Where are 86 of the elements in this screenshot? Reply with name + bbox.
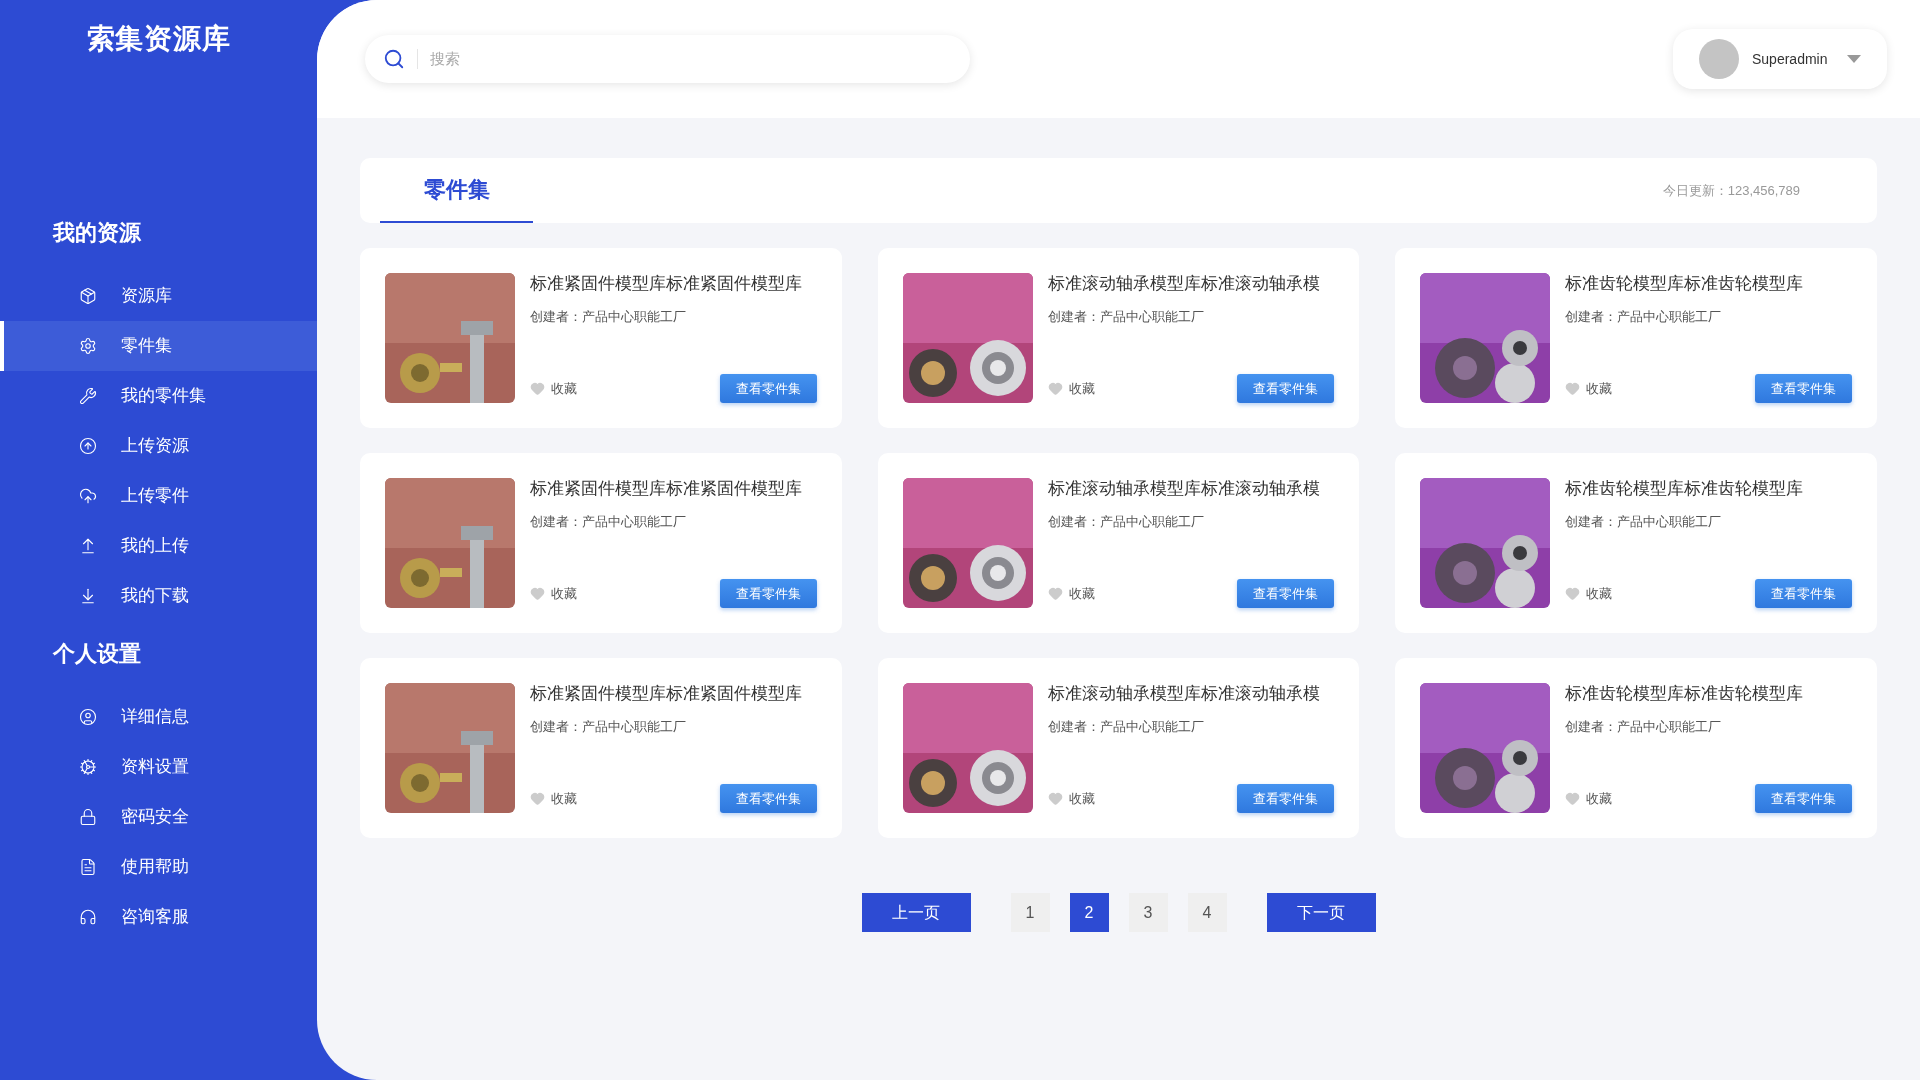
favorite-toggle[interactable]: 收藏: [530, 788, 577, 809]
view-parts-button[interactable]: 查看零件集: [719, 579, 817, 608]
sidebar-item[interactable]: 零件集: [0, 321, 317, 371]
card-title: 标准滚动轴承模型库标准滚动轴承模: [1047, 273, 1321, 295]
card-title: 标准齿轮模型库标准齿轮模型库: [1565, 478, 1805, 500]
tab[interactable]: 零件集: [380, 158, 533, 223]
view-parts-button[interactable]: 查看零件集: [1237, 579, 1335, 608]
sidebar-item[interactable]: 资源库: [0, 271, 317, 321]
page-button[interactable]: 3: [1128, 893, 1168, 932]
upload-circle-icon: [79, 437, 97, 455]
heart-icon: [1047, 381, 1063, 396]
card-title: 标准紧固件模型库标准紧固件模型库: [530, 478, 803, 500]
favorite-toggle[interactable]: 收藏: [1047, 583, 1095, 604]
prev-page-button[interactable]: 上一页: [861, 893, 971, 932]
heart-icon: [530, 381, 545, 396]
lock-icon: [79, 808, 97, 826]
favorite-toggle[interactable]: 收藏: [530, 583, 577, 604]
sidebar-item[interactable]: 咨询客服: [0, 892, 317, 942]
cloud-upload-icon: [79, 487, 97, 505]
view-parts-button[interactable]: 查看零件集: [1237, 374, 1335, 403]
card-title: 标准紧固件模型库标准紧固件模型库: [530, 683, 803, 705]
card-creator: 创建者：产品中心职能工厂: [1565, 718, 1723, 736]
heart-icon: [1565, 791, 1581, 806]
sidebar-item[interactable]: 我的下载: [0, 571, 317, 621]
search-icon: [383, 48, 405, 70]
favorite-toggle[interactable]: 收藏: [1565, 788, 1613, 809]
section-heading: 我的资源: [51, 219, 142, 247]
wrench-icon: [79, 387, 97, 405]
sidebar-item[interactable]: 我的上传: [0, 521, 317, 571]
view-parts-button[interactable]: 查看零件集: [1755, 579, 1852, 608]
heart-icon: [1047, 586, 1063, 601]
card-creator: 创建者：产品中心职能工厂: [530, 718, 687, 736]
user-circle-icon: [79, 708, 97, 726]
page-button[interactable]: 2: [1069, 893, 1109, 932]
card-title: 标准滚动轴承模型库标准滚动轴承模: [1047, 478, 1321, 500]
card-title: 标准滚动轴承模型库标准滚动轴承模: [1047, 683, 1321, 705]
favorite-toggle[interactable]: 收藏: [1565, 583, 1613, 604]
settings-icon: [79, 758, 97, 776]
arrow-up-icon: [79, 537, 97, 555]
sidebar-item[interactable]: 使用帮助: [0, 842, 317, 892]
user-menu[interactable]: Superadmin: [1673, 29, 1887, 89]
card-creator: 创建者：产品中心职能工厂: [1047, 718, 1205, 736]
view-parts-button[interactable]: 查看零件集: [1237, 784, 1335, 813]
heart-icon: [1565, 586, 1581, 601]
card-creator: 创建者：产品中心职能工厂: [530, 308, 687, 326]
caret-icon: [1847, 55, 1861, 63]
heart-icon: [1565, 381, 1581, 396]
next-page-button[interactable]: 下一页: [1266, 893, 1376, 932]
card-title: 标准紧固件模型库标准紧固件模型库: [530, 273, 803, 295]
user-name: Superadmin: [1752, 49, 1829, 69]
app-logo: 索集资源库: [86, 22, 231, 56]
card-creator: 创建者：产品中心职能工厂: [1565, 513, 1723, 531]
section-heading: 个人设置: [51, 640, 142, 668]
card-creator: 创建者：产品中心职能工厂: [1047, 513, 1205, 531]
sidebar-item[interactable]: 密码安全: [0, 792, 317, 842]
card-creator: 创建者：产品中心职能工厂: [1565, 308, 1723, 326]
package-icon: [79, 287, 97, 305]
view-parts-button[interactable]: 查看零件集: [719, 374, 817, 403]
sidebar-item[interactable]: 资料设置: [0, 742, 317, 792]
favorite-toggle[interactable]: 收藏: [530, 378, 577, 399]
favorite-toggle[interactable]: 收藏: [1565, 378, 1613, 399]
sidebar-item[interactable]: 详细信息: [0, 692, 317, 742]
headset-icon: [79, 908, 97, 926]
search-field[interactable]: 搜索: [430, 47, 952, 71]
card-creator: 创建者：产品中心职能工厂: [530, 513, 687, 531]
avatar: [1699, 39, 1739, 79]
favorite-toggle[interactable]: 收藏: [1047, 788, 1095, 809]
card-title: 标准齿轮模型库标准齿轮模型库: [1565, 683, 1805, 705]
gear-icon: [79, 337, 97, 355]
sidebar-item[interactable]: 上传零件: [0, 471, 317, 521]
heart-icon: [530, 791, 545, 806]
card-title: 标准齿轮模型库标准齿轮模型库: [1565, 273, 1805, 295]
sidebar-item[interactable]: 我的零件集: [0, 371, 317, 421]
sidebar-item[interactable]: 上传资源: [0, 421, 317, 471]
page-button[interactable]: 4: [1187, 893, 1227, 932]
favorite-toggle[interactable]: 收藏: [1047, 378, 1095, 399]
heart-icon: [1047, 791, 1063, 806]
arrow-down-icon: [79, 587, 97, 605]
card-creator: 创建者：产品中心职能工厂: [1047, 308, 1205, 326]
view-parts-button[interactable]: 查看零件集: [719, 784, 817, 813]
view-parts-button[interactable]: 查看零件集: [1755, 784, 1852, 813]
heart-icon: [530, 586, 545, 601]
view-parts-button[interactable]: 查看零件集: [1755, 374, 1852, 403]
page-button[interactable]: 1: [1010, 893, 1050, 932]
update-info: 今日更新：123,456,789: [1662, 181, 1800, 200]
document-icon: [79, 858, 97, 876]
